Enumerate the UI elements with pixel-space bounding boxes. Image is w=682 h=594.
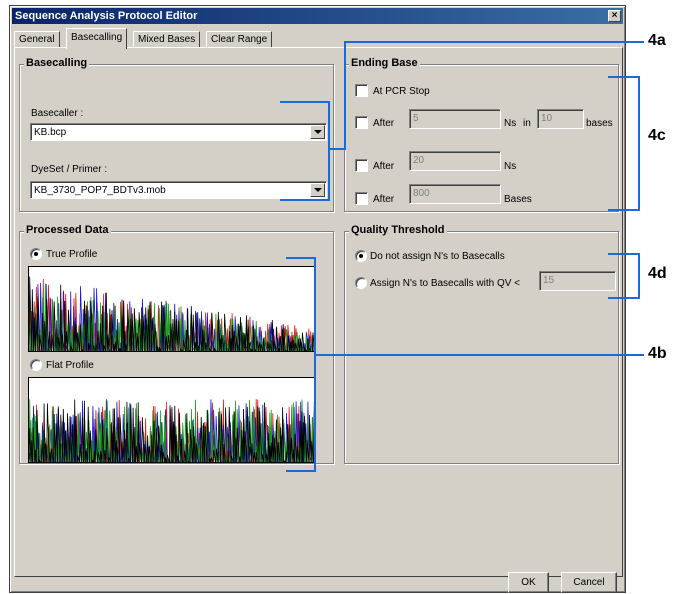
- quality-threshold-group-title: Quality Threshold: [349, 224, 447, 237]
- tab-basecalling[interactable]: Basecalling: [66, 28, 128, 49]
- callout-4a-label: 4a: [648, 32, 666, 49]
- flat-profile-radio[interactable]: [30, 359, 42, 371]
- processed-data-group-title: Processed Data: [24, 224, 111, 237]
- callout-4a-line: [344, 41, 346, 150]
- qv-threshold-input[interactable]: 15: [539, 271, 616, 291]
- true-profile-label: True Profile: [46, 249, 98, 260]
- protocol-editor-dialog: Sequence Analysis Protocol Editor × Gene…: [9, 5, 626, 593]
- callout-4a-line: [280, 101, 330, 103]
- tab-clear-range[interactable]: Clear Range: [206, 31, 273, 48]
- true-profile-radio[interactable]: [30, 248, 42, 260]
- flat-profile-label: Flat Profile: [46, 360, 94, 371]
- window-title: Sequence Analysis Protocol Editor: [15, 10, 198, 22]
- after-ns-checkbox[interactable]: [355, 159, 368, 172]
- in-bases-input[interactable]: 10: [537, 109, 584, 129]
- quality-threshold-group: Quality Threshold Do not assign N's to B…: [344, 224, 619, 464]
- basecalling-group: Basecalling Basecaller : KB.bcp DyeSet /…: [19, 57, 334, 212]
- ending-base-group: Ending Base At PCR Stop After 5 Ns in 10…: [344, 57, 619, 212]
- do-not-assign-radio[interactable]: [355, 250, 367, 262]
- after-ns-input[interactable]: 5: [409, 109, 501, 129]
- chevron-down-icon[interactable]: [310, 183, 325, 197]
- at-pcr-stop-label: At PCR Stop: [373, 86, 430, 97]
- dyeset-value: KB_3730_POP7_BDTv3.mob: [34, 185, 166, 196]
- after-label: After: [373, 194, 395, 205]
- tab-general[interactable]: General: [14, 31, 60, 48]
- callout-4c-line: [608, 76, 640, 78]
- after-label: After: [373, 161, 395, 172]
- callout-4b-line: [286, 257, 316, 259]
- cancel-button[interactable]: Cancel: [561, 572, 617, 593]
- title-bar: Sequence Analysis Protocol Editor ×: [12, 8, 623, 24]
- callout-4a-line: [344, 41, 644, 43]
- callout-4b-line: [286, 470, 316, 472]
- dyeset-label: DyeSet / Primer :: [31, 164, 108, 175]
- ns-label: Ns: [504, 118, 517, 129]
- callout-4d-label: 4d: [648, 265, 667, 282]
- callout-4c-line: [608, 209, 640, 211]
- in-label: in: [523, 118, 531, 129]
- chevron-down-icon[interactable]: [310, 125, 325, 139]
- callout-4d-line: [608, 253, 640, 255]
- bases-label: Bases: [504, 194, 532, 205]
- ending-base-group-title: Ending Base: [349, 57, 420, 70]
- basecaller-value: KB.bcp: [34, 127, 67, 138]
- callout-4b-label: 4b: [648, 345, 667, 362]
- callout-4c-line: [638, 76, 640, 211]
- after-ns-only-input[interactable]: 20: [409, 151, 501, 171]
- after-ns-in-bases-checkbox[interactable]: [355, 116, 368, 129]
- processed-data-group: Processed Data True Profile Flat Profile: [19, 224, 334, 464]
- at-pcr-stop-checkbox[interactable]: [355, 84, 368, 97]
- callout-4b-line: [314, 257, 316, 472]
- callout-4a-line: [328, 101, 330, 201]
- callout-4d-line: [638, 253, 640, 299]
- true-profile-chart: [28, 266, 315, 352]
- basecalling-group-title: Basecalling: [24, 57, 90, 70]
- close-button[interactable]: ×: [608, 10, 621, 22]
- bases-label: bases: [586, 118, 613, 129]
- ns-label: Ns: [504, 161, 517, 172]
- dyeset-select[interactable]: KB_3730_POP7_BDTv3.mob: [30, 181, 327, 199]
- flat-profile-traces: [29, 399, 314, 462]
- assign-ns-radio[interactable]: [355, 277, 367, 289]
- basecaller-select[interactable]: KB.bcp: [30, 123, 327, 141]
- ok-button[interactable]: OK: [508, 572, 549, 593]
- tab-mixed-bases[interactable]: Mixed Bases: [133, 31, 201, 48]
- basecaller-label: Basecaller :: [31, 108, 84, 119]
- callout-4b-line: [314, 354, 644, 356]
- callout-4a-line: [280, 199, 330, 201]
- after-bases-checkbox[interactable]: [355, 192, 368, 205]
- callout-4c-label: 4c: [648, 127, 666, 144]
- assign-ns-label: Assign N's to Basecalls with QV <: [370, 278, 521, 289]
- flat-profile-chart: [28, 377, 315, 463]
- do-not-assign-label: Do not assign N's to Basecalls: [370, 251, 505, 262]
- basecalling-tab-panel: Basecalling Basecaller : KB.bcp DyeSet /…: [14, 47, 623, 593]
- callout-4d-line: [608, 297, 640, 299]
- true-profile-traces: [29, 276, 314, 351]
- after-label: After: [373, 118, 395, 129]
- after-bases-input[interactable]: 800: [409, 184, 501, 204]
